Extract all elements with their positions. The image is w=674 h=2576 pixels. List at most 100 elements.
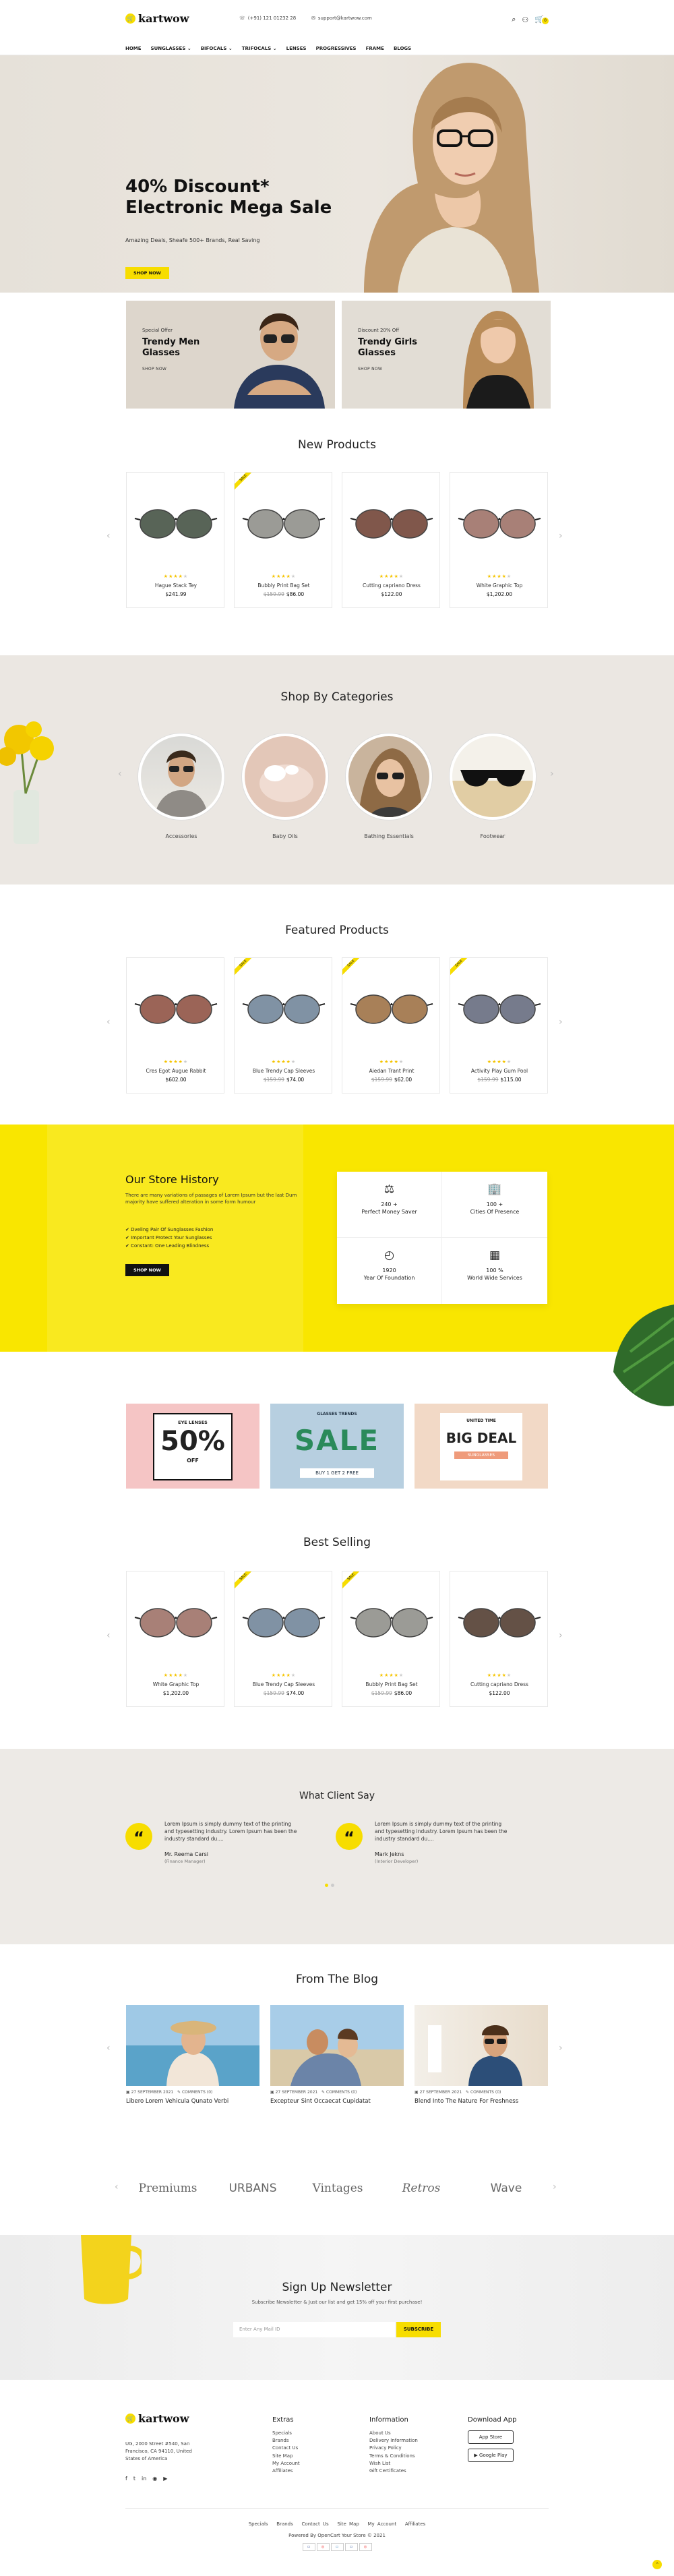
brand-logo[interactable]: Vintages — [301, 2182, 375, 2195]
product-name[interactable]: Cutting capriano Dress — [342, 582, 441, 589]
chevron-right-icon[interactable]: › — [550, 769, 554, 779]
promo-big-deal[interactable]: UNITED TIME BIG DEAL SUNGLASSES — [415, 1404, 548, 1489]
product-card[interactable]: ★★★★★ Hague Stack Tey $241.99 — [126, 472, 224, 608]
search-icon[interactable]: ⌕ — [512, 15, 516, 24]
brand-logo[interactable]: Wave — [469, 2182, 543, 2195]
youtube-icon[interactable]: ▶ — [163, 2476, 167, 2482]
hero-shop-now-button[interactable]: SHOP NOW — [125, 267, 169, 279]
product-card[interactable]: ★★★★★ White Graphic Top $1,202.00 — [126, 1571, 224, 1707]
product-name[interactable]: Activity Play Gum Pool — [450, 1068, 549, 1074]
product-card[interactable]: SALE ★★★★★ Blue Trendy Cap Sleeves $159.99 $… — [234, 1571, 332, 1707]
brand-logo[interactable]: URBANS — [216, 2182, 290, 2195]
footer-link[interactable]: Brands — [272, 2437, 300, 2445]
nav-frame[interactable]: FRAME — [366, 46, 384, 51]
product-card[interactable]: ★★★★★ Cutting capriano Dress $122.00 — [450, 1571, 548, 1707]
footer-link[interactable]: Affiliates — [405, 2521, 425, 2527]
scroll-to-top-icon[interactable]: ⌃ — [652, 2560, 662, 2569]
product-name[interactable]: Blue Trendy Cap Sleeves — [235, 1681, 333, 1687]
nav-blogs[interactable]: BLOGS — [394, 46, 411, 51]
footer-link[interactable]: My Account — [272, 2460, 300, 2467]
product-name[interactable]: Hague Stack Tey — [127, 582, 225, 589]
footer-link[interactable]: Gift Certificates — [369, 2467, 418, 2475]
chevron-left-icon[interactable]: ‹ — [118, 769, 122, 779]
footer-link[interactable]: Affiliates — [272, 2467, 300, 2475]
product-name[interactable]: Cutting capriano Dress — [450, 1681, 549, 1687]
category-bathing-essentials[interactable]: Bathing Essentials — [346, 733, 432, 839]
blog-post-title[interactable]: Blend Into The Nature For Freshness — [415, 2098, 548, 2105]
promo-eye-lenses[interactable]: EYE LENSES 50% OFF — [126, 1404, 259, 1489]
facebook-icon[interactable]: f — [125, 2476, 127, 2482]
google-play-button[interactable]: ▶ Google Play — [468, 2449, 514, 2462]
dot-active[interactable] — [325, 1884, 328, 1887]
banner-shop-link[interactable]: SHOP NOW — [358, 367, 417, 371]
footer-link[interactable]: Brands — [276, 2521, 293, 2527]
twitter-icon[interactable]: t — [133, 2476, 135, 2482]
footer-link[interactable]: Specials — [249, 2521, 268, 2527]
banner-men-glasses[interactable]: Special Offer Trendy Men Glasses SHOP NOW — [126, 301, 335, 409]
chevron-right-icon[interactable]: › — [559, 1630, 563, 1641]
cart-icon[interactable]: 🛒0 — [534, 15, 549, 24]
nav-sunglasses[interactable]: SUNGLASSES ⌄ — [151, 46, 191, 51]
newsletter-email-input[interactable]: Enter Any Mail ID — [233, 2322, 395, 2337]
chevron-left-icon[interactable]: ‹ — [106, 531, 111, 541]
product-name[interactable]: Bubbly Print Bag Set — [342, 1681, 441, 1687]
product-name[interactable]: Blue Trendy Cap Sleeves — [235, 1068, 333, 1074]
category-footwear[interactable]: Footwear — [450, 733, 536, 839]
product-name[interactable]: White Graphic Top — [450, 582, 549, 589]
subscribe-button[interactable]: SUBSCRIBE — [396, 2322, 441, 2337]
footer-link[interactable]: Terms & Conditions — [369, 2453, 418, 2460]
blog-card[interactable]: ▣ 27 SEPTEMBER 2021 ✎ COMMENTS (0) Liber… — [126, 2005, 259, 2105]
footer-link[interactable]: Delivery Information — [369, 2437, 418, 2445]
email-contact[interactable]: ✉ support@kartwow.com — [311, 16, 372, 21]
product-card[interactable]: SALE ★★★★★ Activity Play Gum Pool $159.99 $1… — [450, 957, 548, 1094]
product-name[interactable]: Aiedan Trant Print — [342, 1068, 441, 1074]
product-card[interactable]: ★★★★★ Cutting capriano Dress $122.00 — [342, 472, 440, 608]
footer-link[interactable]: Specials — [272, 2430, 300, 2437]
product-name[interactable]: White Graphic Top — [127, 1681, 225, 1687]
brand-logo[interactable]: Retros — [384, 2182, 458, 2195]
footer-logo[interactable]: 🛒 kartwow — [125, 2412, 189, 2425]
banner-girls-glasses[interactable]: Discount 20% Off Trendy Girls Glasses SHO… — [342, 301, 551, 409]
brand-logo[interactable]: Premiums — [131, 2182, 205, 2195]
category-accessories[interactable]: Accessories — [138, 733, 224, 839]
chevron-right-icon[interactable]: › — [559, 2043, 563, 2054]
chevron-right-icon[interactable]: › — [559, 1017, 563, 1027]
chevron-right-icon[interactable]: › — [553, 2182, 557, 2192]
product-card[interactable]: ★★★★★ White Graphic Top $1,202.00 — [450, 472, 548, 608]
product-card[interactable]: SALE ★★★★★ Bubbly Print Bag Set $159.99 $86.… — [342, 1571, 440, 1707]
product-card[interactable]: SALE ★★★★★ Aiedan Trant Print $159.99 $62.00 — [342, 957, 440, 1094]
chevron-right-icon[interactable]: › — [559, 531, 563, 541]
chevron-left-icon[interactable]: ‹ — [106, 1630, 111, 1641]
product-name[interactable]: Bubbly Print Bag Set — [235, 582, 333, 589]
product-card[interactable]: ★★★★★ Cres Egot Augue Rabbit $602.00 — [126, 957, 224, 1094]
footer-link[interactable]: Contact Us — [272, 2445, 300, 2452]
rss-icon[interactable]: ◉ — [152, 2476, 157, 2482]
footer-link[interactable]: Site Map — [272, 2453, 300, 2460]
footer-link[interactable]: My Account — [368, 2521, 397, 2527]
banner-shop-link[interactable]: SHOP NOW — [142, 367, 200, 371]
footer-link[interactable]: Site Map — [337, 2521, 359, 2527]
nav-home[interactable]: HOME — [125, 46, 142, 51]
footer-link[interactable]: About Us — [369, 2430, 418, 2437]
history-shop-now-button[interactable]: SHOP NOW — [125, 1264, 169, 1276]
blog-post-title[interactable]: Libero Lorem Vehicula Qunato Verbi — [126, 2098, 259, 2105]
footer-link[interactable]: Privacy Policy — [369, 2445, 418, 2452]
blog-post-title[interactable]: Excepteur Sint Occaecat Cupidatat — [270, 2098, 404, 2105]
product-card[interactable]: SALE ★★★★★ Bubbly Print Bag Set $159.99 $86.… — [234, 472, 332, 608]
nav-bifocals[interactable]: BIFOCALS ⌄ — [201, 46, 233, 51]
chevron-left-icon[interactable]: ‹ — [106, 2043, 111, 2054]
blog-card[interactable]: ▣ 27 SEPTEMBER 2021 ✎ COMMENTS (0) Excep… — [270, 2005, 404, 2105]
chevron-left-icon[interactable]: ‹ — [106, 1017, 111, 1027]
app-store-button[interactable]: App Store — [468, 2430, 514, 2444]
logo[interactable]: 🛒 kartwow — [125, 12, 189, 25]
nav-trifocals[interactable]: TRIFOCALS ⌄ — [242, 46, 277, 51]
promo-sale[interactable]: GLASSES TRENDS SALE BUY 1 GET 2 FREE — [270, 1404, 404, 1489]
dot[interactable] — [331, 1884, 334, 1887]
user-icon[interactable]: ⚇ — [522, 16, 528, 24]
category-baby-oils[interactable]: Baby Oils — [242, 733, 328, 839]
footer-link[interactable]: Wish List — [369, 2460, 418, 2467]
linkedin-icon[interactable]: in — [142, 2476, 146, 2482]
product-card[interactable]: SALE ★★★★★ Blue Trendy Cap Sleeves $159.99 $… — [234, 957, 332, 1094]
blog-card[interactable]: ▣ 27 SEPTEMBER 2021 ✎ COMMENTS (0) Blend… — [415, 2005, 548, 2105]
footer-link[interactable]: Contact Us — [301, 2521, 328, 2527]
